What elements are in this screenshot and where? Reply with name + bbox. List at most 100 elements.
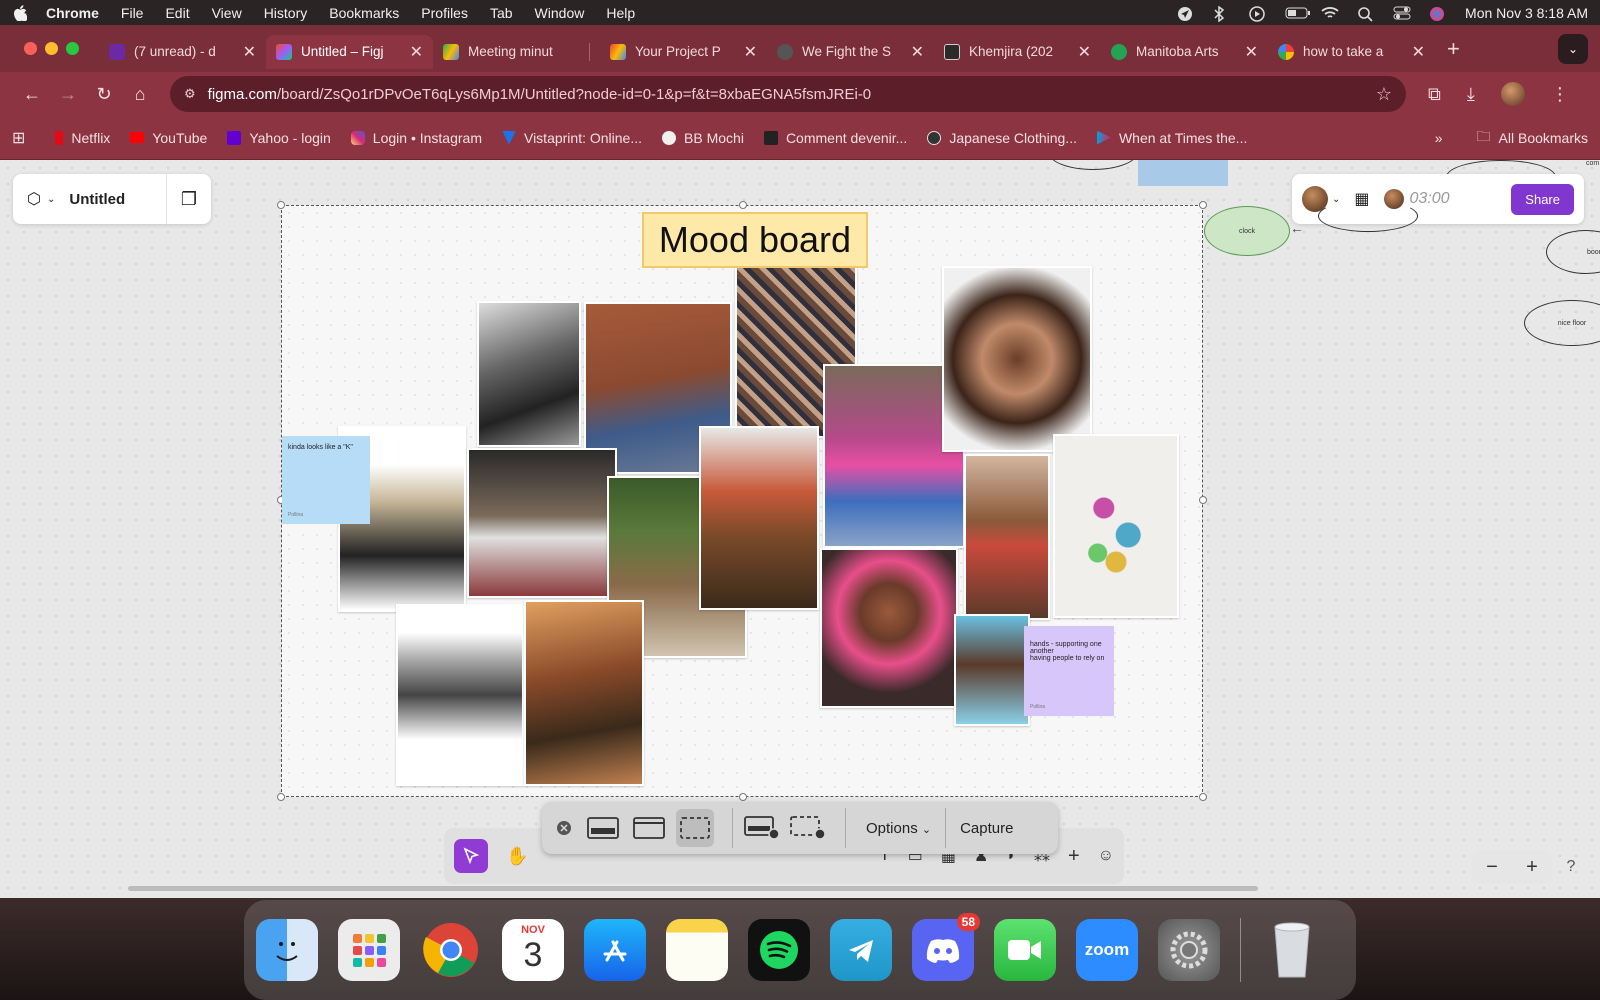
tab-mail[interactable]: (7 unread) - d ✕ [99,35,266,69]
figma-menu-chevron-icon[interactable]: ⌄ [47,194,55,205]
tab-search-chevron-icon[interactable]: ⌄ [1558,33,1588,64]
close-capture-icon[interactable] [552,809,576,847]
ellipse-boom-bo[interactable]: boom bo [1546,230,1600,274]
capture-button[interactable]: Capture [950,820,1023,837]
tab-figma[interactable]: Untitled – Figj ✕ [266,34,433,69]
add-more-icon[interactable]: + [1068,845,1080,868]
ellipse-clock[interactable]: clock [1204,206,1290,256]
ellipse-nice-floor[interactable]: nice floor [1524,300,1600,346]
resize-handle[interactable] [277,201,285,209]
move-tool-cursor-icon[interactable] [454,839,488,873]
record-selection-icon[interactable] [789,809,827,847]
resize-handle[interactable] [277,793,285,801]
tab-manitoba-arts[interactable]: Manitoba Arts ✕ [1101,35,1268,69]
menu-history[interactable]: History [264,5,308,21]
capture-selection-icon[interactable] [676,809,714,847]
photo-bw-dancers[interactable] [477,301,581,447]
close-tab-icon[interactable]: ✕ [744,42,757,62]
bookmark-instagram[interactable]: Login • Instagram [350,130,482,146]
close-tab-icon[interactable]: ✕ [1078,42,1091,62]
all-bookmarks-folder[interactable]: 🗀 All Bookmarks [1477,126,1588,150]
close-window-button[interactable] [24,42,37,55]
photo-cultural-celebration[interactable] [699,426,819,610]
download-icon[interactable]: ⤓ [1467,84,1475,105]
bookmark-netflix[interactable]: Netflix [55,130,110,146]
mood-board-title[interactable]: Mood board [642,212,868,268]
notes-icon[interactable] [666,919,728,981]
timer-readout[interactable]: 03:00 [1410,190,1450,208]
profile-avatar[interactable] [1500,82,1525,106]
menu-view[interactable]: View [212,5,242,21]
menu-help[interactable]: Help [606,5,635,21]
minimize-window-button[interactable] [45,42,58,55]
site-info-icon[interactable]: ⚙ [184,86,196,102]
photo-colorful-figures[interactable] [1053,434,1179,618]
control-center-icon[interactable] [1393,6,1411,20]
capture-window-icon[interactable] [630,809,668,847]
figma-menu-icon[interactable]: ⬡ [27,189,41,209]
resize-handle[interactable] [1199,201,1207,209]
share-button[interactable]: Share [1511,183,1574,215]
telegram-icon[interactable] [830,919,892,981]
record-entire-screen-icon[interactable] [743,809,781,847]
trash-icon[interactable] [1261,919,1323,981]
resize-handle[interactable] [1199,793,1207,801]
file-title[interactable]: Untitled [69,191,125,208]
location-icon[interactable] [1177,6,1195,21]
layers-panel-icon[interactable]: ❐ [181,189,197,210]
bluetooth-icon[interactable] [1213,5,1231,22]
menu-profiles[interactable]: Profiles [421,5,468,21]
canvas-sticky-top[interactable] [1138,160,1228,186]
sticky-note-purple[interactable]: hands - supporting one another having pe… [1024,626,1114,716]
forward-arrow-icon[interactable]: → [50,84,86,105]
close-tab-icon[interactable]: ✕ [911,42,924,62]
capture-entire-screen-icon[interactable] [584,809,622,847]
canvas-ellipse-com[interactable]: com [1586,160,1599,167]
photo-breakdance-battle[interactable] [467,448,617,598]
photo-dance-floor-shadows[interactable] [524,600,644,786]
tab-khemjira[interactable]: Khemjira (202 ✕ [934,35,1101,69]
bookmark-vistaprint[interactable]: Vistaprint: Online... [501,130,642,146]
wifi-icon[interactable] [1321,6,1339,20]
sticky-note-blue[interactable]: kinda looks like a "K" Pollina [282,436,370,524]
bookmark-when-at-times[interactable]: When at Times the... [1096,130,1247,146]
menu-app-name[interactable]: Chrome [46,5,99,21]
menu-window[interactable]: Window [535,5,585,21]
photo-pride-flags-street[interactable] [964,454,1050,620]
chrome-icon[interactable] [420,919,482,981]
capture-options-button[interactable]: Options ⌄ [856,820,941,837]
tab-meeting-minutes[interactable]: Meeting minut [433,35,600,69]
resize-handle[interactable] [739,201,747,209]
photo-joined-hands[interactable] [942,266,1092,452]
zoom-out-icon[interactable]: − [1486,856,1498,879]
close-tab-icon[interactable]: ✕ [1412,42,1425,62]
photo-bboy-freeze[interactable] [396,604,524,786]
canvas-ellipse-top[interactable] [1048,160,1138,170]
menu-tab[interactable]: Tab [490,5,513,21]
zoom-window-button[interactable] [66,42,79,55]
battery-icon[interactable] [1285,6,1311,20]
hand-tool-icon[interactable]: ✋ [506,846,528,867]
spotify-icon[interactable] [748,919,810,981]
bookmark-youtube[interactable]: YouTube [130,130,207,146]
resize-handle[interactable] [1199,496,1207,504]
menu-file[interactable]: File [121,5,144,21]
facetime-icon[interactable] [994,919,1056,981]
finder-icon[interactable] [256,919,318,981]
play-icon[interactable] [1249,5,1267,22]
menu-edit[interactable]: Edit [165,5,189,21]
canvas-ellipse-mid[interactable] [1318,200,1418,232]
home-icon[interactable]: ⌂ [122,84,158,105]
address-bar[interactable]: ⚙ figma.com /board/ZsQo1rDPvOeT6qLys6Mp1… [170,76,1406,112]
chrome-menu-icon[interactable]: ⋮ [1551,84,1569,105]
figma-canvas[interactable]: ⬡ ⌄ Untitled ❐ ⌄ ▦ 03:00 Share clock ← b… [0,160,1600,898]
apps-grid-icon[interactable]: ⊞ [12,128,25,148]
ai-assistant-icon[interactable]: ☺ [1098,847,1114,865]
photo-marsha-portrait[interactable] [820,548,958,708]
mood-board-frame[interactable]: Mood board kinda looks like a "K" Pollin… [277,201,1207,801]
zoom-in-icon[interactable]: + [1526,856,1538,879]
menubar-datetime[interactable]: Mon Nov 3 8:18 AM [1465,5,1588,21]
close-tab-icon[interactable]: ✕ [243,42,256,62]
more-bookmarks-chevron-icon[interactable]: » [1435,130,1443,146]
bookmark-star-icon[interactable]: ☆ [1376,84,1392,105]
